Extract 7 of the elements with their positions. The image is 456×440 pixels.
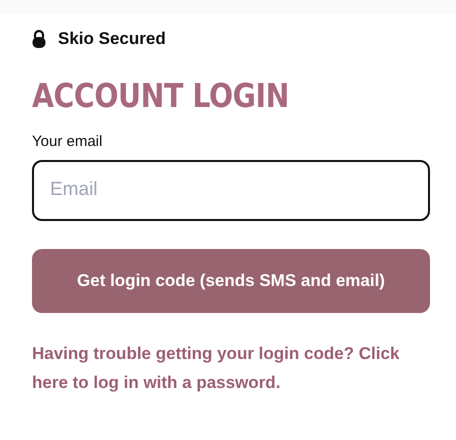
secured-label: Skio Secured [58,28,166,50]
email-field[interactable]: Email [32,160,430,220]
lock-icon [32,30,46,48]
email-label: Your email [32,132,102,152]
password-login-link[interactable]: Having trouble getting your login code? Click here to log in with a password. [32,338,424,396]
page-title: ACCOUNT LOGIN [32,76,290,116]
get-login-code-button[interactable]: Get login code (sends SMS and email) [32,248,430,312]
